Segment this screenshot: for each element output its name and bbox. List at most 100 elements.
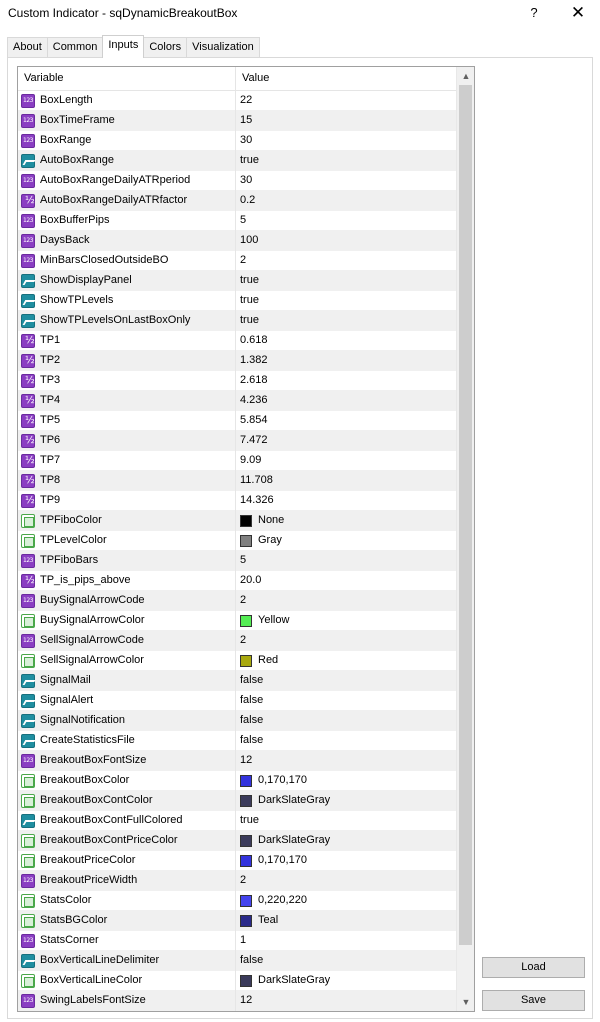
param-row[interactable]: BreakoutBoxFontSize 12 [18,751,457,771]
param-value-cell[interactable]: false [236,671,457,691]
column-header-variable[interactable]: Variable [18,67,236,90]
param-value-cell[interactable]: 0,170,170 [236,771,457,791]
param-row[interactable]: DaysBack 100 [18,231,457,251]
param-row[interactable]: BoxVerticalLineDelimiter false [18,951,457,971]
param-value-cell[interactable]: 7.472 [236,431,457,451]
color-swatch[interactable] [240,795,252,807]
param-value-cell[interactable]: 2 [236,631,457,651]
param-value-cell[interactable]: 15 [236,111,457,131]
scroll-down-icon[interactable]: ▼ [457,993,474,1011]
param-row[interactable]: StatsColor 0,220,220 [18,891,457,911]
param-value-cell[interactable]: 5 [236,211,457,231]
param-value-cell[interactable]: 0.618 [236,331,457,351]
color-swatch[interactable] [240,655,252,667]
param-row[interactable]: ShowTPLevelsOnLastBoxOnly true [18,311,457,331]
param-value-cell[interactable]: DarkSlateGray [236,831,457,851]
param-value-cell[interactable]: 2 [236,251,457,271]
param-value-cell[interactable]: 1.382 [236,351,457,371]
param-row[interactable]: TP8 11.708 [18,471,457,491]
param-value-cell[interactable]: true [236,811,457,831]
param-value-cell[interactable]: 1 [236,931,457,951]
column-header-value[interactable]: Value [236,67,457,90]
save-button[interactable]: Save [482,990,585,1011]
param-value-cell[interactable]: 14.326 [236,491,457,511]
param-row[interactable]: TP1 0.618 [18,331,457,351]
color-swatch[interactable] [240,975,252,987]
param-row[interactable]: SellSignalArrowColor Red [18,651,457,671]
help-button[interactable]: ? [514,0,554,26]
param-value-cell[interactable]: DarkSlateGray [236,791,457,811]
param-value-cell[interactable]: DarkSlateGray [236,971,457,991]
scroll-up-icon[interactable]: ▲ [457,67,474,85]
param-row[interactable]: TP_is_pips_above 20.0 [18,571,457,591]
param-value-cell[interactable]: 30 [236,131,457,151]
param-row[interactable]: SignalNotification false [18,711,457,731]
tab-colors[interactable]: Colors [143,37,188,58]
color-swatch[interactable] [240,855,252,867]
param-row[interactable]: AutoBoxRangeDailyATRfactor 0.2 [18,191,457,211]
param-value-cell[interactable]: 22 [236,91,457,111]
color-swatch[interactable] [240,895,252,907]
param-value-cell[interactable]: None [236,511,457,531]
param-row[interactable]: ShowDisplayPanel true [18,271,457,291]
param-value-cell[interactable]: 5 [236,551,457,571]
param-row[interactable]: SignalAlert false [18,691,457,711]
color-swatch[interactable] [240,915,252,927]
param-value-cell[interactable]: true [236,271,457,291]
param-value-cell[interactable]: true [236,311,457,331]
param-row[interactable]: BreakoutBoxContColor DarkSlateGray [18,791,457,811]
param-value-cell[interactable]: false [236,691,457,711]
param-row[interactable]: BuySignalArrowCode 2 [18,591,457,611]
param-row[interactable]: AutoBoxRangeDailyATRperiod 30 [18,171,457,191]
param-value-cell[interactable]: 100 [236,231,457,251]
param-row[interactable]: SellSignalArrowCode 2 [18,631,457,651]
tab-common[interactable]: Common [46,37,104,58]
param-row[interactable]: ShowTPLevels true [18,291,457,311]
param-row[interactable]: SwingLabelsFontSize 12 [18,991,457,1011]
param-row[interactable]: SignalMail false [18,671,457,691]
param-value-cell[interactable]: Gray [236,531,457,551]
param-value-cell[interactable]: Teal [236,911,457,931]
param-value-cell[interactable]: false [236,951,457,971]
param-value-cell[interactable]: 5.854 [236,411,457,431]
param-row[interactable]: TP4 4.236 [18,391,457,411]
param-value-cell[interactable]: 0,170,170 [236,851,457,871]
color-swatch[interactable] [240,535,252,547]
param-value-cell[interactable]: 9.09 [236,451,457,471]
param-row[interactable]: TPLevelColor Gray [18,531,457,551]
tab-about[interactable]: About [7,37,48,58]
param-row[interactable]: TPFiboColor None [18,511,457,531]
param-row[interactable]: TP9 14.326 [18,491,457,511]
param-row[interactable]: BreakoutBoxContPriceColor DarkSlateGray [18,831,457,851]
param-value-cell[interactable]: 30 [236,171,457,191]
param-row[interactable]: TPFiboBars 5 [18,551,457,571]
param-value-cell[interactable]: true [236,151,457,171]
param-row[interactable]: TP2 1.382 [18,351,457,371]
param-value-cell[interactable]: true [236,291,457,311]
param-row[interactable]: MinBarsClosedOutsideBO 2 [18,251,457,271]
param-value-cell[interactable]: false [236,731,457,751]
param-value-cell[interactable]: 2 [236,591,457,611]
param-row[interactable]: BreakoutPriceWidth 2 [18,871,457,891]
param-row[interactable]: TP3 2.618 [18,371,457,391]
tab-inputs[interactable]: Inputs [102,35,145,58]
param-value-cell[interactable]: 0,220,220 [236,891,457,911]
param-value-cell[interactable]: 12 [236,751,457,771]
param-value-cell[interactable]: 11.708 [236,471,457,491]
param-row[interactable]: BoxBufferPips 5 [18,211,457,231]
color-swatch[interactable] [240,515,252,527]
close-button[interactable]: ✕ [558,0,598,26]
param-row[interactable]: BoxRange 30 [18,131,457,151]
param-row[interactable]: BoxVerticalLineColor DarkSlateGray [18,971,457,991]
color-swatch[interactable] [240,835,252,847]
param-row[interactable]: BoxLength 22 [18,91,457,111]
param-row[interactable]: TP7 9.09 [18,451,457,471]
param-row[interactable]: BreakoutPriceColor 0,170,170 [18,851,457,871]
param-value-cell[interactable]: Red [236,651,457,671]
vertical-scrollbar[interactable]: ▲ ▼ [456,67,474,1011]
color-swatch[interactable] [240,615,252,627]
param-value-cell[interactable]: 0.2 [236,191,457,211]
scrollbar-thumb[interactable] [459,85,472,945]
color-swatch[interactable] [240,775,252,787]
param-value-cell[interactable]: 2 [236,871,457,891]
